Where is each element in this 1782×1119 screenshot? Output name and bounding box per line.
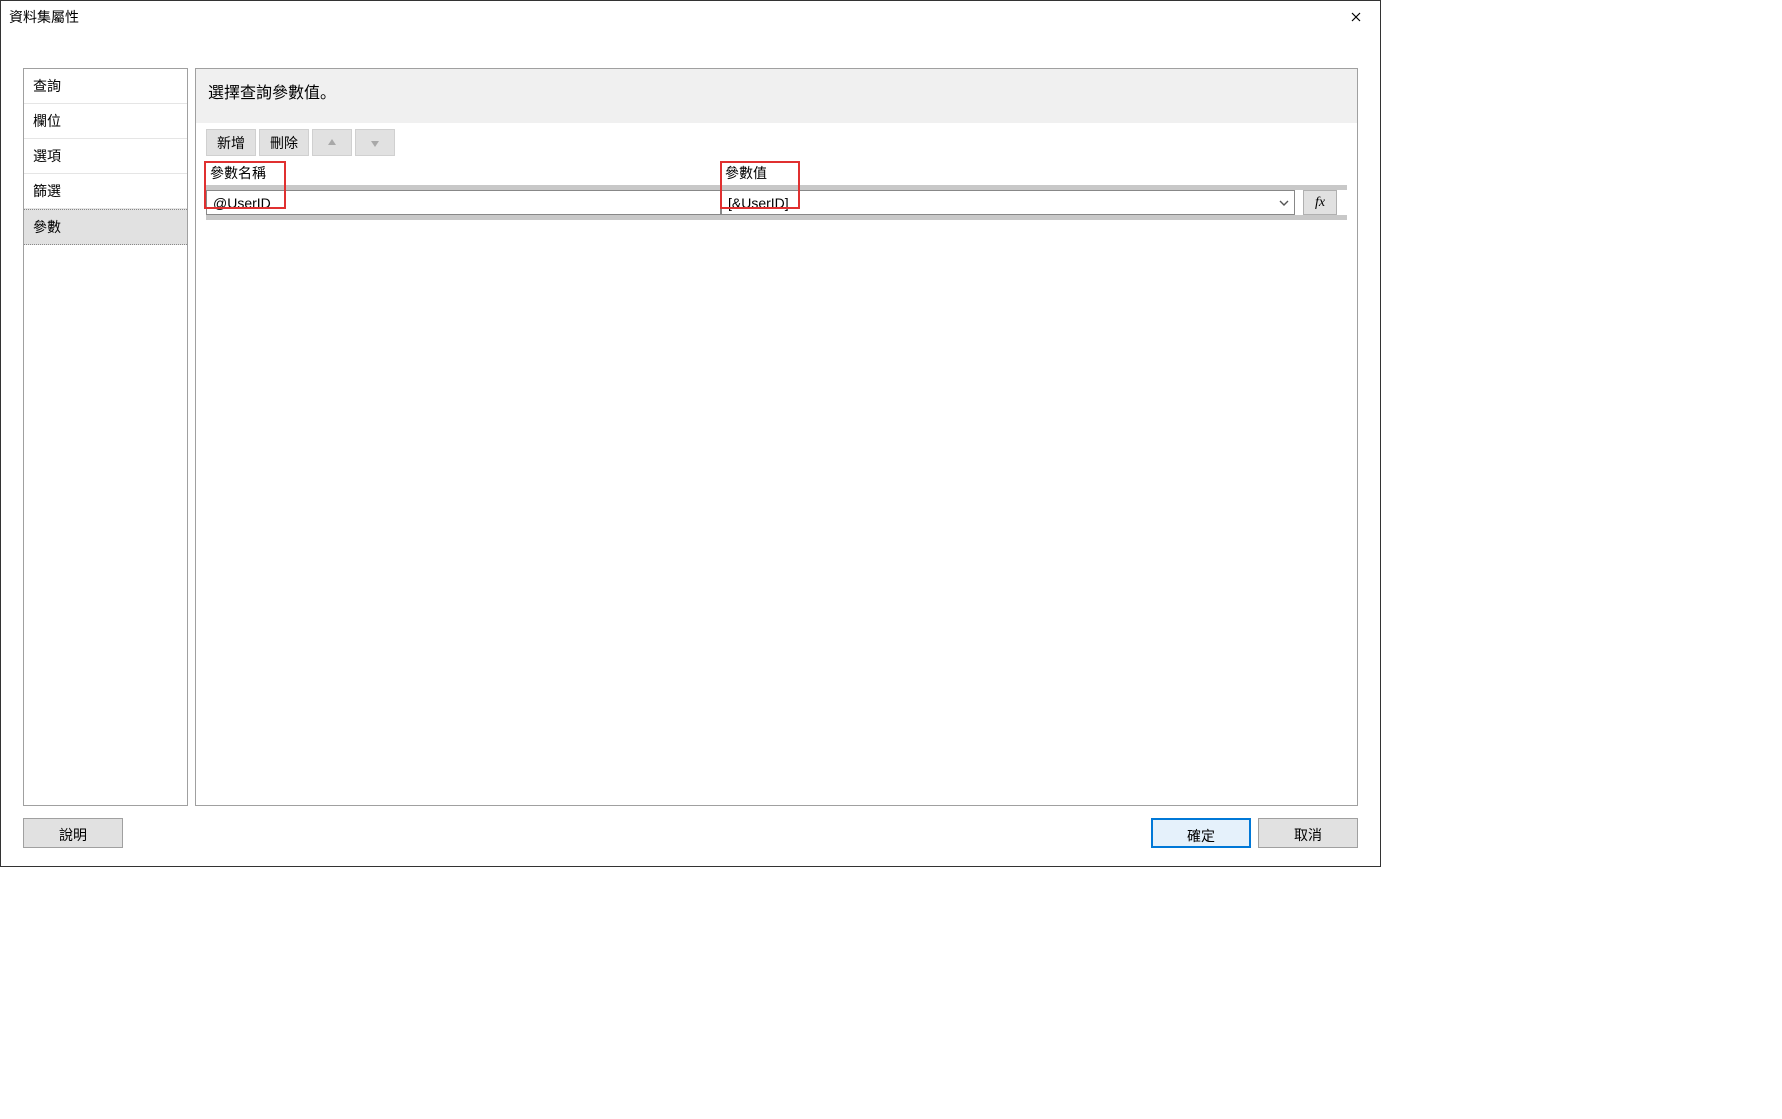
fx-icon: fx [1315,195,1325,211]
sidebar-item-fields[interactable]: 欄位 [24,104,187,139]
column-header-name: 參數名稱 [206,161,721,185]
sidebar: 查詢 欄位 選項 篩選 參數 [23,68,188,806]
content-area: 查詢 欄位 選項 篩選 參數 選擇查詢參數值。 新增 刪除 [1,32,1380,806]
dialog-footer: 說明 確定 取消 [1,806,1380,866]
move-up-button[interactable] [312,129,352,156]
close-icon [1351,12,1361,22]
dataset-properties-dialog: 資料集屬性 查詢 欄位 選項 篩選 參數 選擇查詢參數值。 新增 刪除 [0,0,1381,867]
param-value-input[interactable] [721,190,1295,215]
move-down-button[interactable] [355,129,395,156]
help-button[interactable]: 說明 [23,818,123,848]
arrow-down-icon [369,137,381,149]
arrow-up-icon [326,137,338,149]
close-button[interactable] [1340,4,1372,30]
parameters-grid: 參數名稱 參數值 [196,161,1357,805]
param-name-input[interactable] [206,190,721,215]
sidebar-item-options[interactable]: 選項 [24,139,187,174]
add-button[interactable]: 新增 [206,129,256,156]
instruction-text: 選擇查詢參數值。 [196,79,1357,123]
cancel-button[interactable]: 取消 [1258,818,1358,848]
ok-button[interactable]: 確定 [1151,818,1251,848]
sidebar-item-filters[interactable]: 篩選 [24,174,187,209]
inner-panel: 新增 刪除 [196,123,1357,805]
sidebar-item-parameters[interactable]: 參數 [24,209,187,245]
main-panel: 選擇查詢參數值。 新增 刪除 [195,68,1358,806]
titlebar: 資料集屬性 [1,1,1380,32]
column-header-value: 參數值 [721,161,1295,185]
delete-button[interactable]: 刪除 [259,129,309,156]
expression-button[interactable]: fx [1303,190,1337,215]
dialog-title: 資料集屬性 [9,7,79,27]
table-row: fx [206,190,1347,215]
sidebar-item-query[interactable]: 查詢 [24,69,187,104]
toolbar: 新增 刪除 [196,123,1357,161]
